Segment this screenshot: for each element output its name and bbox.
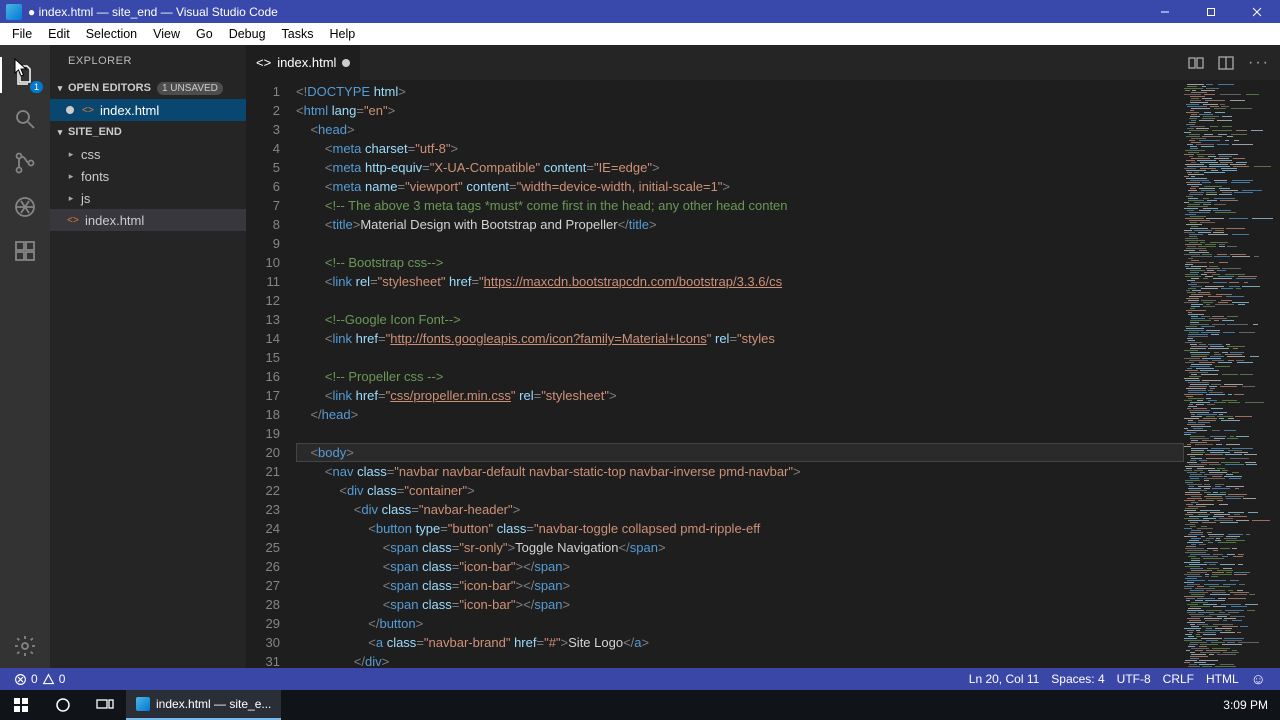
menu-selection[interactable]: Selection	[78, 25, 145, 43]
folder-label: fonts	[81, 169, 109, 184]
unsaved-dot-icon	[342, 59, 350, 67]
status-problems[interactable]: 0 0	[8, 672, 71, 686]
window-titlebar: ● index.html — site_end — Visual Studio …	[0, 0, 1280, 23]
open-editor-filename: index.html	[100, 103, 159, 118]
task-view-button[interactable]	[84, 690, 126, 720]
folder-label: js	[81, 191, 90, 206]
editor-tab-index[interactable]: <> index.html	[246, 45, 361, 80]
line-number-gutter[interactable]: 1234567891011121314151617181920212223242…	[246, 80, 296, 668]
menu-file[interactable]: File	[4, 25, 40, 43]
menu-tasks[interactable]: Tasks	[274, 25, 322, 43]
cortana-button[interactable]	[42, 690, 84, 720]
activity-explorer-icon[interactable]: 1	[9, 59, 41, 91]
html-file-icon: <>	[81, 103, 95, 117]
menu-view[interactable]: View	[145, 25, 188, 43]
editor-actions: ···	[1188, 45, 1280, 80]
chevron-down-icon: ▾	[54, 83, 66, 94]
unsaved-dot-icon	[66, 106, 74, 114]
taskbar-app-label: index.html — site_e...	[156, 697, 271, 711]
window-title: ● index.html — site_end — Visual Studio …	[28, 5, 1142, 19]
folder-item-css[interactable]: ▸ css	[50, 143, 246, 165]
project-name: SITE_END	[68, 126, 122, 138]
html-file-icon: <>	[66, 213, 80, 227]
compare-icon[interactable]	[1188, 55, 1204, 71]
minimap[interactable]	[1184, 80, 1280, 668]
window-minimize-button[interactable]	[1142, 0, 1188, 23]
editor-tab-bar: <> index.html ···	[246, 45, 1280, 80]
editor-area: <> index.html ··· 1234567891011121314151…	[246, 45, 1280, 668]
menu-go[interactable]: Go	[188, 25, 221, 43]
vscode-icon	[136, 697, 150, 711]
code-editor[interactable]: <!DOCTYPE html><html lang="en"> <head> <…	[296, 80, 1184, 668]
activity-extensions-icon[interactable]	[9, 235, 41, 267]
html-file-icon: <>	[256, 55, 271, 70]
sidebar-explorer: EXPLORER ▾ OPEN EDITORS 1 UNSAVED <> ind…	[50, 45, 246, 668]
status-encoding[interactable]: UTF-8	[1111, 672, 1157, 686]
folder-item-js[interactable]: ▸ js	[50, 187, 246, 209]
start-button[interactable]	[0, 690, 42, 720]
file-item-index[interactable]: <> index.html	[50, 209, 246, 231]
unsaved-tag: 1 UNSAVED	[157, 82, 223, 95]
window-close-button[interactable]	[1234, 0, 1280, 23]
activity-explorer-badge: 1	[30, 81, 43, 93]
file-item-label: index.html	[85, 213, 144, 228]
activity-settings-icon[interactable]	[9, 630, 41, 662]
project-header[interactable]: ▾ SITE_END	[50, 121, 246, 143]
open-editors-header[interactable]: ▾ OPEN EDITORS 1 UNSAVED	[50, 77, 246, 99]
split-editor-icon[interactable]	[1218, 55, 1234, 71]
open-editors-label: OPEN EDITORS	[68, 82, 151, 94]
folder-item-fonts[interactable]: ▸ fonts	[50, 165, 246, 187]
taskbar-clock[interactable]: 3:09 PM	[1211, 698, 1280, 712]
chevron-right-icon: ▸	[66, 171, 76, 182]
status-feedback-icon[interactable]: ☺	[1245, 671, 1272, 688]
chevron-down-icon: ▾	[54, 127, 66, 138]
activity-search-icon[interactable]	[9, 103, 41, 135]
status-bar: 0 0 Ln 20, Col 11 Spaces: 4 UTF-8 CRLF H…	[0, 668, 1280, 690]
status-error-count: 0	[31, 672, 38, 686]
activity-bar: 1	[0, 45, 50, 668]
chevron-right-icon: ▸	[66, 193, 76, 204]
taskbar-app-vscode[interactable]: index.html — site_e...	[126, 690, 281, 720]
status-eol[interactable]: CRLF	[1157, 672, 1200, 686]
status-ln-col[interactable]: Ln 20, Col 11	[963, 672, 1046, 686]
menu-help[interactable]: Help	[322, 25, 364, 43]
status-spaces[interactable]: Spaces: 4	[1045, 672, 1110, 686]
menu-edit[interactable]: Edit	[40, 25, 78, 43]
open-editor-item[interactable]: <> index.html	[50, 99, 246, 121]
status-lang[interactable]: HTML	[1200, 672, 1245, 686]
activity-debug-icon[interactable]	[9, 191, 41, 223]
more-icon[interactable]: ···	[1248, 54, 1270, 72]
chevron-right-icon: ▸	[66, 149, 76, 160]
window-maximize-button[interactable]	[1188, 0, 1234, 23]
status-warning-count: 0	[59, 672, 66, 686]
windows-taskbar: index.html — site_e... 3:09 PM	[0, 690, 1280, 720]
activity-scm-icon[interactable]	[9, 147, 41, 179]
menu-debug[interactable]: Debug	[221, 25, 274, 43]
menu-bar: FileEditSelectionViewGoDebugTasksHelp	[0, 23, 1280, 45]
editor-tab-label: index.html	[277, 55, 336, 70]
explorer-title: EXPLORER	[50, 45, 246, 77]
vscode-icon	[6, 4, 22, 20]
folder-label: css	[81, 147, 101, 162]
